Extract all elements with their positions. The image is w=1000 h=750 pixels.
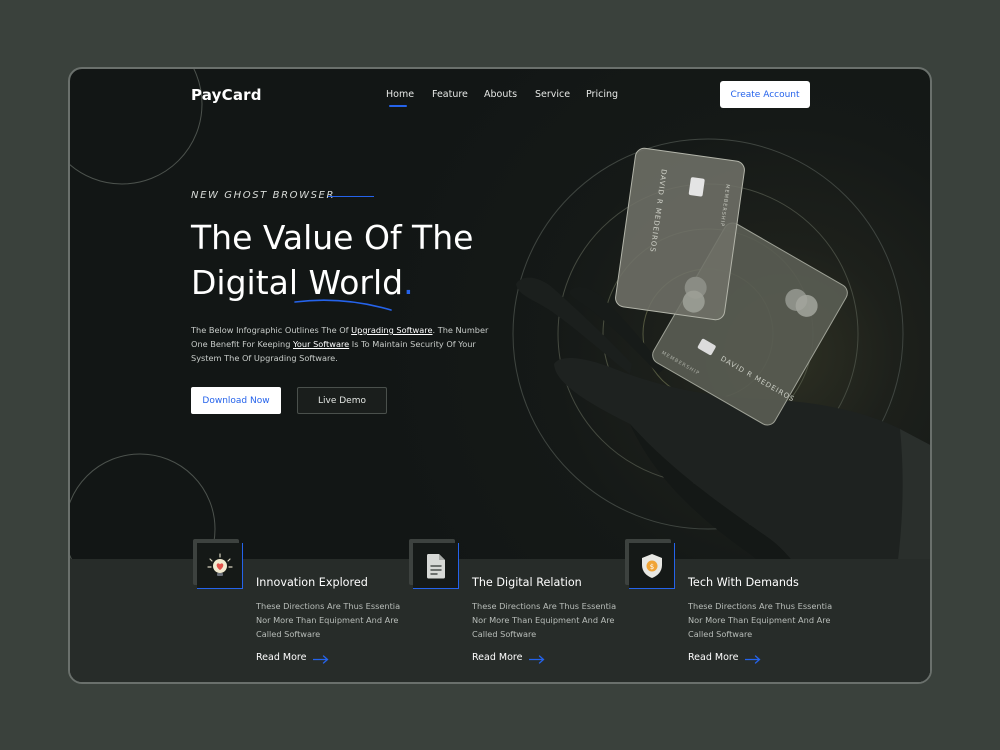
nav-feature[interactable]: Feature [432, 89, 468, 100]
create-account-button[interactable]: Create Account [720, 81, 810, 108]
arrow-right-icon[interactable] [529, 655, 545, 664]
feature-title: Innovation Explored [256, 576, 368, 589]
feature-text: These Directions Are Thus Essentia Nor M… [472, 601, 617, 639]
feature-card-digital-relation: The Digital Relation These Directions Ar… [409, 539, 616, 671]
eyebrow-accent-line [328, 196, 374, 197]
hero-title-line2: Digital World [191, 263, 404, 302]
feature-card-tech-demands: $ Tech With Demands These Directions Are… [625, 539, 832, 671]
desc-part-1: The Below Infographic Outlines The Of [191, 325, 352, 335]
read-more-link[interactable]: Read More [472, 652, 522, 663]
feature-title: Tech With Demands [688, 576, 799, 589]
feature-card-innovation: Innovation Explored These Directions Are… [193, 539, 400, 671]
title-swoosh [294, 299, 392, 311]
hero-title-line1: The Value Of The [191, 218, 474, 257]
live-demo-button[interactable]: Live Demo [297, 387, 387, 414]
membership-card-front: DAVID R MEDEIROS MEMBERSHIP [615, 147, 745, 321]
hero-eyebrow: NEW GHOST BROWSER [191, 190, 336, 201]
nav-service[interactable]: Service [535, 89, 570, 100]
svg-text:$: $ [649, 563, 653, 571]
feature-icon-box: $ [629, 543, 675, 589]
read-more-link[interactable]: Read More [688, 652, 738, 663]
upgrading-software-link[interactable]: Upgrading Software [351, 325, 432, 335]
hero-title: The Value Of The Digital World. [191, 215, 473, 305]
feature-icon-box [197, 543, 243, 589]
download-now-button[interactable]: Download Now [191, 387, 281, 414]
your-software-link[interactable]: Your Software [293, 339, 349, 349]
logo[interactable]: PayCard [191, 86, 262, 104]
nav-pricing[interactable]: Pricing [586, 89, 618, 100]
nav-home[interactable]: Home [386, 89, 414, 100]
landing-page-frame: DAVID R MEDEIROS MEMBERSHIP DAVID R MEDE… [68, 67, 932, 684]
read-more-link[interactable]: Read More [256, 652, 306, 663]
shield-coin-icon: $ [641, 553, 662, 578]
hero-title-dot: . [403, 263, 414, 302]
feature-text: These Directions Are Thus Essentia Nor M… [256, 601, 401, 639]
arrow-right-icon[interactable] [745, 655, 761, 664]
feature-title: The Digital Relation [472, 576, 582, 589]
nav-active-indicator [389, 105, 407, 107]
nav-abouts[interactable]: Abouts [484, 89, 517, 100]
document-icon [426, 553, 445, 578]
arrow-right-icon[interactable] [313, 655, 329, 664]
hero-description: The Below Infographic Outlines The Of Up… [191, 323, 491, 365]
deco-circle-top [70, 69, 203, 185]
feature-text: These Directions Are Thus Essentia Nor M… [688, 601, 833, 639]
lightbulb-heart-icon [206, 552, 233, 576]
feature-icon-box [413, 543, 459, 589]
